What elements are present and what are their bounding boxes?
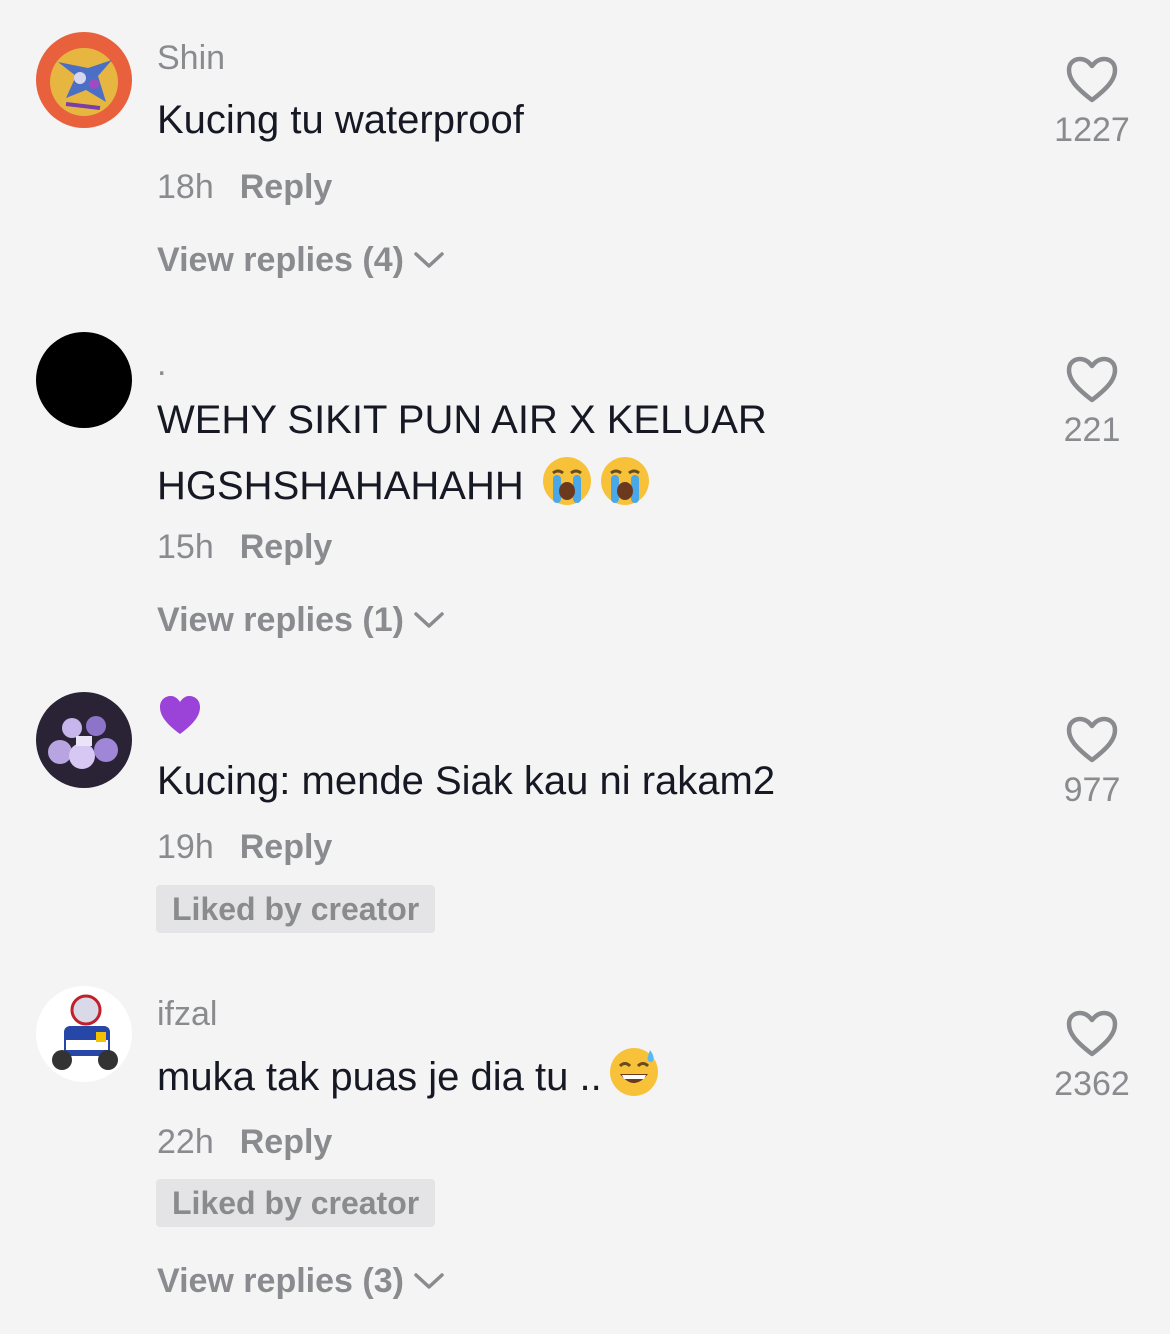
like-button[interactable]: 2362: [1042, 1010, 1142, 1104]
heart-icon: [1066, 356, 1118, 403]
comment-meta: 22h Reply: [157, 1122, 332, 1162]
like-button[interactable]: 977: [1042, 716, 1142, 810]
view-replies-label: View replies (4): [157, 241, 404, 279]
comment-username[interactable]: Shin: [157, 38, 225, 78]
comment-text-content: WEHY SIKIT PUN AIR X KELUAR HGSHSHAHAHAH…: [157, 398, 767, 508]
heart-icon: [1066, 716, 1118, 763]
purple-heart-icon: [160, 696, 200, 734]
reply-button[interactable]: Reply: [240, 167, 333, 207]
liked-by-creator-badge: Liked by creator: [156, 885, 436, 933]
comment-meta: 18h Reply: [157, 167, 332, 207]
comment-meta: 15h Reply: [157, 527, 332, 567]
comment-text: Kucing: mende Siak kau ni rakam2: [157, 759, 776, 803]
chevron-down-icon: [414, 612, 444, 628]
comment-text-content: muka tak puas je dia tu ..: [157, 1055, 602, 1099]
like-button[interactable]: 221: [1042, 356, 1142, 450]
view-replies-label: View replies (1): [157, 601, 404, 639]
comment-timestamp: 18h: [157, 168, 214, 206]
reply-button[interactable]: Reply: [240, 827, 333, 867]
grinning-face-with-sweat-icon: [609, 1048, 658, 1096]
like-count: 1227: [1054, 111, 1130, 149]
comment-meta: 19h Reply: [157, 827, 332, 867]
view-replies-label: View replies (3): [157, 1262, 404, 1300]
avatar[interactable]: [36, 332, 132, 428]
comment-username[interactable]: [157, 692, 203, 747]
comment-username[interactable]: .: [157, 344, 166, 384]
comment-text: WEHY SIKIT PUN AIR X KELUAR HGSHSHAHAHAH…: [157, 387, 917, 519]
avatar[interactable]: [36, 986, 132, 1082]
reply-button[interactable]: Reply: [240, 1122, 333, 1162]
avatar[interactable]: [36, 32, 132, 128]
like-count: 977: [1063, 771, 1121, 809]
heart-icon: [1066, 56, 1118, 103]
view-replies-button[interactable]: View replies (3): [157, 1261, 446, 1301]
reply-button[interactable]: Reply: [240, 527, 333, 567]
loudly-crying-face-icon: [542, 457, 591, 505]
comment-username[interactable]: ifzal: [157, 994, 217, 1034]
comment-timestamp: 15h: [157, 528, 214, 566]
comment-text: Kucing tu waterproof: [157, 98, 524, 142]
like-button[interactable]: 1227: [1042, 56, 1142, 150]
comment-timestamp: 19h: [157, 828, 214, 866]
view-replies-button[interactable]: View replies (4): [157, 240, 446, 280]
view-replies-button[interactable]: View replies (1): [157, 600, 446, 640]
like-count: 221: [1063, 411, 1121, 449]
chevron-down-icon: [414, 252, 444, 268]
avatar[interactable]: [36, 692, 132, 788]
loudly-crying-face-icon: [600, 457, 649, 505]
liked-by-creator-badge: Liked by creator: [156, 1179, 436, 1227]
comment-timestamp: 22h: [157, 1123, 214, 1161]
heart-icon: [1066, 1010, 1118, 1057]
like-count: 2362: [1054, 1065, 1130, 1103]
chevron-down-icon: [414, 1273, 444, 1289]
comments-list: Shin Kucing tu waterproof 18h Reply View…: [0, 0, 1170, 1334]
comment-text: muka tak puas je dia tu ..: [157, 1044, 917, 1110]
